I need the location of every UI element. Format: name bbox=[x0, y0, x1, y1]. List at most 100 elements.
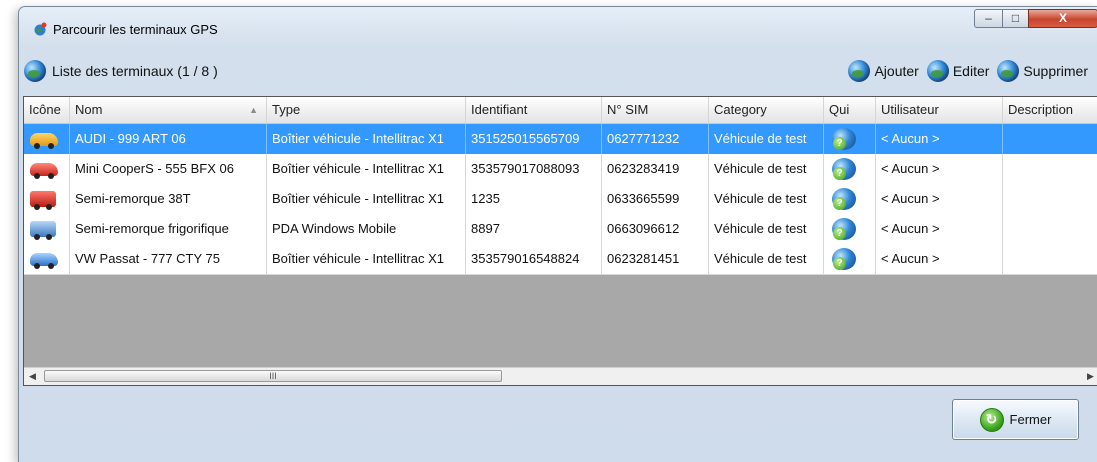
edit-globe-icon bbox=[926, 60, 949, 82]
delete-button[interactable]: Supprimer bbox=[995, 60, 1090, 82]
close-button-label: Fermer bbox=[1009, 412, 1052, 427]
cell-type: Boîtier véhicule - Intellitrac X1 bbox=[267, 154, 466, 184]
edit-button[interactable]: Editer bbox=[925, 60, 992, 82]
grid-header: Icône Nom ▲ Type Identifiant N° SIM Cate… bbox=[24, 97, 1097, 124]
cell-type: Boîtier véhicule - Intellitrac X1 bbox=[267, 244, 466, 274]
column-header-type[interactable]: Type bbox=[267, 97, 466, 123]
cell-who: ? bbox=[824, 124, 876, 154]
add-label: Ajouter bbox=[874, 63, 919, 79]
cell-description bbox=[1003, 214, 1097, 244]
browse-gps-terminals-window: Parcourir les terminaux GPS – □ X Liste … bbox=[18, 6, 1097, 462]
cell-user: < Aucun > bbox=[876, 244, 1003, 274]
app-icon bbox=[34, 22, 47, 36]
terminal-list-header: Liste des terminaux (1 / 8 ) bbox=[24, 60, 218, 82]
cell-icon bbox=[24, 154, 70, 184]
column-header-who[interactable]: Qui bbox=[824, 97, 876, 123]
cell-sim: 0627771232 bbox=[602, 124, 709, 154]
cell-identifier: 1235 bbox=[466, 184, 602, 214]
cell-name: AUDI - 999 ART 06 bbox=[70, 124, 267, 154]
close-button[interactable]: Fermer bbox=[952, 399, 1079, 440]
cell-name: Semi-remorque 38T bbox=[70, 184, 267, 214]
yellow-car-icon bbox=[30, 133, 58, 149]
delete-globe-icon bbox=[997, 60, 1020, 82]
cell-user: < Aucun > bbox=[876, 184, 1003, 214]
cell-identifier: 353579017088093 bbox=[466, 154, 602, 184]
column-header-name-label: Nom bbox=[75, 102, 103, 117]
cell-description bbox=[1003, 184, 1097, 214]
cell-identifier: 8897 bbox=[466, 214, 602, 244]
cell-icon bbox=[24, 214, 70, 244]
cell-user: < Aucun > bbox=[876, 124, 1003, 154]
blue-car-icon bbox=[30, 253, 58, 269]
user-globe-icon: ? bbox=[832, 188, 856, 210]
scroll-right-icon[interactable]: ▶ bbox=[1082, 368, 1097, 385]
cell-category: Véhicule de test bbox=[709, 184, 824, 214]
cell-description bbox=[1003, 244, 1097, 274]
column-header-category[interactable]: Category bbox=[709, 97, 824, 123]
delete-label: Supprimer bbox=[1023, 63, 1088, 79]
globe-icon bbox=[24, 60, 46, 82]
cell-sim: 0633665599 bbox=[602, 184, 709, 214]
column-header-name[interactable]: Nom ▲ bbox=[70, 97, 267, 123]
terminal-list-label: Liste des terminaux (1 / 8 ) bbox=[52, 63, 218, 79]
edit-label: Editer bbox=[952, 63, 990, 79]
add-button[interactable]: Ajouter bbox=[846, 60, 920, 82]
column-header-identifier[interactable]: Identifiant bbox=[466, 97, 602, 123]
cell-category: Véhicule de test bbox=[709, 244, 824, 274]
cell-who: ? bbox=[824, 184, 876, 214]
close-window-button[interactable]: X bbox=[1028, 9, 1097, 28]
cell-sim: 0623283419 bbox=[602, 154, 709, 184]
cell-category: Véhicule de test bbox=[709, 214, 824, 244]
table-row[interactable]: Mini CooperS - 555 BFX 06 Boîtier véhicul… bbox=[24, 154, 1097, 185]
minimize-button[interactable]: – bbox=[974, 9, 1003, 28]
scrollbar-thumb[interactable]: III bbox=[44, 370, 502, 382]
sort-ascending-icon: ▲ bbox=[249, 105, 258, 115]
toolbar-actions: Ajouter Editer Supprimer bbox=[846, 60, 1090, 82]
table-row[interactable]: VW Passat - 777 CTY 75 Boîtier véhicule -… bbox=[24, 244, 1097, 275]
table-row[interactable]: Semi-remorque frigorifique PDA Windows Mo… bbox=[24, 214, 1097, 245]
cell-identifier: 351525015565709 bbox=[466, 124, 602, 154]
blue-truck-icon bbox=[30, 221, 56, 240]
cell-description bbox=[1003, 124, 1097, 154]
cell-sim: 0663096612 bbox=[602, 214, 709, 244]
title-bar[interactable]: Parcourir les terminaux GPS – □ X bbox=[19, 7, 1097, 41]
cell-category: Véhicule de test bbox=[709, 124, 824, 154]
red-truck-icon bbox=[30, 191, 56, 210]
cell-type: Boîtier véhicule - Intellitrac X1 bbox=[267, 124, 466, 154]
scroll-left-icon[interactable]: ◀ bbox=[24, 368, 41, 385]
column-header-icon[interactable]: Icône bbox=[24, 97, 70, 123]
window-title: Parcourir les terminaux GPS bbox=[53, 22, 218, 37]
column-header-user[interactable]: Utilisateur bbox=[876, 97, 1003, 123]
cell-name: VW Passat - 777 CTY 75 bbox=[70, 244, 267, 274]
cell-icon bbox=[24, 244, 70, 274]
add-globe-icon bbox=[848, 60, 871, 82]
maximize-button[interactable]: □ bbox=[1002, 9, 1029, 28]
cell-icon bbox=[24, 184, 70, 214]
cell-category: Véhicule de test bbox=[709, 154, 824, 184]
terminals-grid[interactable]: Icône Nom ▲ Type Identifiant N° SIM Cate… bbox=[23, 96, 1097, 386]
cell-who: ? bbox=[824, 154, 876, 184]
cell-who: ? bbox=[824, 214, 876, 244]
red-car-icon bbox=[30, 163, 58, 179]
cell-type: PDA Windows Mobile bbox=[267, 214, 466, 244]
cell-description bbox=[1003, 154, 1097, 184]
cell-identifier: 353579016548824 bbox=[466, 244, 602, 274]
cell-who: ? bbox=[824, 244, 876, 274]
column-header-description[interactable]: Description bbox=[1003, 97, 1097, 123]
cell-user: < Aucun > bbox=[876, 214, 1003, 244]
user-globe-icon: ? bbox=[832, 248, 856, 270]
cell-name: Mini CooperS - 555 BFX 06 bbox=[70, 154, 267, 184]
column-header-sim[interactable]: N° SIM bbox=[602, 97, 709, 123]
cell-sim: 0623281451 bbox=[602, 244, 709, 274]
table-row[interactable]: AUDI - 999 ART 06 Boîtier véhicule - Inte… bbox=[24, 124, 1097, 155]
maximize-icon: □ bbox=[1011, 11, 1020, 25]
horizontal-scrollbar[interactable]: ◀ III ▶ bbox=[24, 367, 1097, 385]
user-globe-icon: ? bbox=[832, 218, 856, 240]
cell-icon bbox=[24, 124, 70, 154]
close-icon: X bbox=[1058, 11, 1067, 25]
refresh-icon bbox=[979, 407, 1004, 432]
table-row[interactable]: Semi-remorque 38T Boîtier véhicule - Inte… bbox=[24, 184, 1097, 215]
toolbar: Liste des terminaux (1 / 8 ) Ajouter Edi… bbox=[24, 55, 1097, 87]
cell-user: < Aucun > bbox=[876, 154, 1003, 184]
user-globe-icon: ? bbox=[832, 158, 856, 180]
